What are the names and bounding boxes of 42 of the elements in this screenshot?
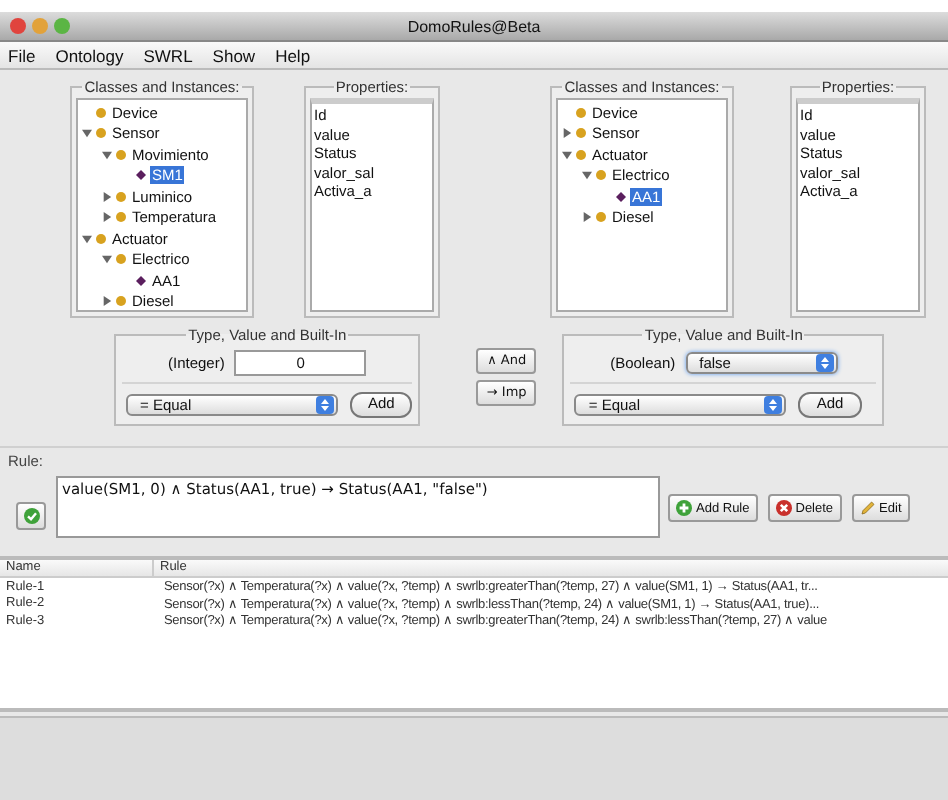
class-dot-icon bbox=[576, 149, 586, 160]
class-dot-icon bbox=[96, 233, 106, 244]
validate-button[interactable] bbox=[16, 502, 46, 530]
class-dot-icon bbox=[96, 107, 106, 118]
pencil-icon bbox=[859, 500, 876, 516]
select-stepper-icon bbox=[815, 354, 834, 372]
menu-item[interactable]: Help bbox=[275, 45, 311, 65]
check-icon bbox=[23, 508, 39, 524]
class-dot-icon bbox=[116, 296, 126, 307]
expanded-triangle-icon[interactable] bbox=[582, 170, 592, 181]
expanded-triangle-icon[interactable] bbox=[82, 233, 92, 244]
menu-item[interactable]: SWRL bbox=[143, 45, 193, 65]
collapsed-triangle-icon[interactable] bbox=[102, 296, 112, 307]
collapsed-triangle-icon[interactable] bbox=[102, 212, 112, 223]
window-title: DomoRules@Beta bbox=[407, 17, 541, 35]
menu-item[interactable]: File bbox=[8, 45, 36, 65]
instance-diamond-icon bbox=[136, 275, 146, 286]
instance-diamond-icon bbox=[616, 191, 626, 202]
select-stepper-icon bbox=[764, 395, 783, 413]
class-dot-icon bbox=[116, 254, 126, 265]
delete-icon bbox=[775, 500, 792, 516]
expanded-triangle-icon[interactable] bbox=[102, 254, 112, 265]
expanded-triangle-icon[interactable] bbox=[102, 149, 112, 160]
class-dot-icon bbox=[596, 212, 606, 223]
collapsed-triangle-icon[interactable] bbox=[582, 212, 592, 223]
menu-item[interactable]: Show bbox=[212, 45, 256, 65]
class-dot-icon bbox=[116, 212, 126, 223]
class-dot-icon bbox=[596, 170, 606, 181]
collapsed-triangle-icon[interactable] bbox=[562, 128, 572, 139]
class-dot-icon bbox=[116, 191, 126, 202]
expanded-triangle-icon[interactable] bbox=[82, 128, 92, 139]
select-stepper-icon bbox=[316, 395, 334, 413]
class-dot-icon bbox=[576, 107, 586, 118]
expanded-triangle-icon[interactable] bbox=[562, 149, 572, 160]
class-dot-icon bbox=[116, 149, 126, 160]
class-dot-icon bbox=[576, 128, 586, 139]
menu-item[interactable]: Ontology bbox=[55, 45, 124, 65]
instance-diamond-icon bbox=[136, 170, 146, 181]
add-icon bbox=[676, 500, 692, 516]
class-dot-icon bbox=[96, 128, 106, 139]
collapsed-triangle-icon[interactable] bbox=[102, 191, 112, 202]
close-button[interactable] bbox=[10, 18, 26, 34]
